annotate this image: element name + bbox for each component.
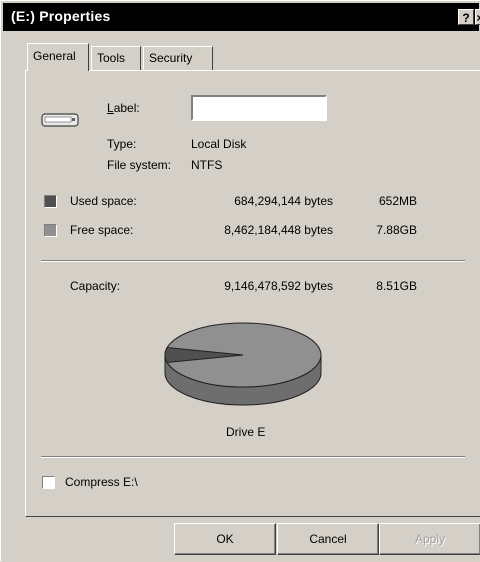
used-space-size: 652MB	[378, 194, 417, 208]
general-content: Label: Type: Local Disk File system: NTF…	[1, 1, 480, 562]
capacity-label: Capacity:	[70, 279, 121, 293]
type-label: Type:	[107, 137, 137, 151]
used-space-swatch	[44, 195, 57, 208]
drive-icon	[41, 113, 79, 127]
separator	[41, 260, 465, 262]
free-space-size: 7.88GB	[376, 223, 417, 237]
capacity-size: 8.51GB	[376, 279, 417, 293]
free-space-label: Free space:	[70, 223, 134, 237]
disk-usage-pie-chart	[164, 322, 322, 406]
free-space-bytes: 8,462,184,448 bytes	[224, 223, 333, 237]
label-input[interactable]	[191, 95, 327, 121]
free-space-swatch	[44, 224, 57, 237]
compress-checkbox[interactable]	[42, 476, 55, 489]
capacity-bytes: 9,146,478,592 bytes	[224, 279, 333, 293]
file-system-value: NTFS	[191, 158, 223, 172]
compress-label[interactable]: Compress E:\	[65, 475, 138, 489]
used-space-bytes: 684,294,144 bytes	[234, 194, 333, 208]
drive-caption: Drive E	[226, 425, 266, 439]
type-value: Local Disk	[191, 137, 247, 151]
file-system-label: File system:	[107, 158, 172, 172]
properties-window: (E:) Properties ? × General Tools Securi…	[0, 0, 480, 561]
used-space-label: Used space:	[70, 194, 137, 208]
separator-bottom	[41, 456, 465, 458]
label-field-label: Label:	[107, 101, 140, 115]
